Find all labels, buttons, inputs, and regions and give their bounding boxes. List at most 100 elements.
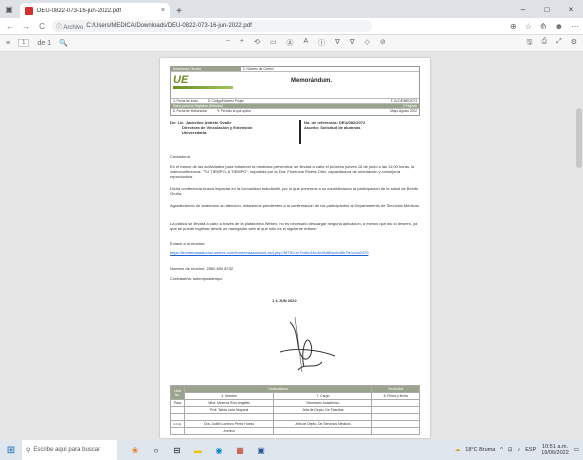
pdf-toolbar: ≡ 1 de 1 🔍 − + ⟲ ▭ Ⓐ A Ⓘ ∇ ∇ ◇ ⊘ 🖫 ⎙ ⤢ ⚙ xyxy=(0,35,583,52)
table-cell: Para xyxy=(170,399,185,407)
pdf-viewer[interactable]: Enseñanza Técnica 2. Número de Control UE… xyxy=(0,52,583,440)
taskbar-search-input[interactable]: ⚲ Escribe aquí para buscar xyxy=(22,440,117,460)
header-cell: 9. Período al que aplica xyxy=(217,109,251,113)
header-cell: 2 Páginas xyxy=(402,104,417,108)
tab-close-icon[interactable]: × xyxy=(161,7,165,14)
search-icon[interactable]: 🔍 xyxy=(59,39,68,47)
close-window-button[interactable]: × xyxy=(559,0,583,18)
table-header: 7. Cargo xyxy=(273,392,373,400)
contents-menu-icon[interactable]: ≡ xyxy=(6,40,10,47)
file-explorer-icon[interactable]: ▬ xyxy=(192,444,204,456)
paragraph-3: Agradeciendo de antemano su atención, es… xyxy=(170,203,420,208)
fit-page-icon[interactable]: ▭ xyxy=(270,38,277,48)
address-bar: ← → C ⓘ Archivo C:/Users/MEDICA/Download… xyxy=(0,18,583,35)
sender-title-2: Universitaria. xyxy=(182,130,208,136)
volume-icon[interactable]: ♪ xyxy=(518,447,521,453)
task-switcher-icon[interactable]: ⊟ xyxy=(171,444,183,456)
no-entry-icon[interactable]: ⊘ xyxy=(380,38,386,48)
handwritten-signature xyxy=(279,316,336,373)
table-cell xyxy=(273,413,373,421)
info-icon[interactable]: Ⓘ xyxy=(318,38,325,48)
profile-icon[interactable]: ☻ xyxy=(555,22,563,31)
table-cell xyxy=(273,427,373,435)
tray-arrow-icon[interactable]: ^ xyxy=(500,447,503,453)
memo-title: Memorándum. xyxy=(291,78,333,84)
table-cell: Archivo xyxy=(183,427,275,435)
reference-block: No. de referencia: DEU/082/2072 Asunto: … xyxy=(304,120,419,130)
memo-header: Enseñanza Técnica 2. Número de Control UE… xyxy=(170,66,420,116)
forward-button[interactable]: → xyxy=(20,20,32,32)
table-row xyxy=(170,413,420,421)
browser-tab[interactable]: DEU-0822-073-16-jun-2022.pdf × xyxy=(20,3,170,18)
header-cell: 5. Código/Número Propio xyxy=(207,99,244,103)
back-button[interactable]: ← xyxy=(4,20,16,32)
scrollbar[interactable] xyxy=(576,108,582,168)
header-cell: 4. Fecha de inicio xyxy=(173,99,198,103)
site-info-label[interactable]: ⓘ Archivo xyxy=(56,22,83,31)
cortana-icon[interactable]: ○ xyxy=(150,444,162,456)
word-icon[interactable]: ▣ xyxy=(255,444,267,456)
table-cell: Jefa de Depto. De Servicios Médicos xyxy=(273,420,373,428)
eraser-icon[interactable]: ◇ xyxy=(365,38,370,48)
table-header: 4. Nombre xyxy=(183,392,275,400)
collections-icon[interactable]: ⟰ xyxy=(540,22,547,31)
tab-title: DEU-0822-073-16-jun-2022.pdf xyxy=(37,7,122,14)
new-tab-button[interactable]: + xyxy=(172,4,186,18)
zoom-in-icon[interactable]: + xyxy=(240,38,244,48)
search-icon: ⚲ xyxy=(26,447,31,454)
edge-icon[interactable]: ◉ xyxy=(213,444,225,456)
taskbar: ⊞ ⚲ Escribe aquí para buscar ❀ ○ ⊟ ▬ ◉ ▦… xyxy=(0,440,583,460)
table-cell: Secretario Académico xyxy=(273,399,373,407)
window-menu-icon[interactable]: ▣ xyxy=(0,0,18,18)
settings-icon[interactable]: ⚙ xyxy=(571,38,577,49)
header-cell: Enseñanza Técnica xyxy=(171,67,241,71)
weather-icon[interactable]: ☁ xyxy=(455,447,461,453)
system-tray: ☁ 18°C Bruma ^ ⊡ ♪ ESP 10:51 a.m. 16/06/… xyxy=(455,444,583,456)
table-cell xyxy=(371,406,420,414)
table-row: Para Mtra. Minerva Ríos Angeles Secretar… xyxy=(170,399,420,407)
maximize-button[interactable]: □ xyxy=(535,0,559,18)
search-placeholder: Escribe aquí para buscar xyxy=(33,447,101,453)
language-indicator[interactable]: ESP xyxy=(525,447,536,453)
rotate-icon[interactable]: ⟲ xyxy=(254,38,260,48)
highlight-icon[interactable]: ∇ xyxy=(335,38,340,48)
paragraph-1: En el marco de las actividades para fort… xyxy=(170,164,415,180)
meeting-link[interactable]: https://fronteiraaaalumni.webex.com/fron… xyxy=(170,250,420,255)
subject-label: Asunto: xyxy=(304,125,320,131)
windows-start-icon[interactable]: ⊞ xyxy=(0,440,22,460)
task-view-icon[interactable]: ❀ xyxy=(129,444,141,456)
link-label: Enlace a la reunión: xyxy=(170,241,206,246)
header-cell: 2. Número de Control xyxy=(243,67,274,71)
url-text: C:/Users/MEDICA/Downloads/DEU-0822-073-1… xyxy=(86,23,252,29)
fullscreen-icon[interactable]: ⤢ xyxy=(556,38,562,49)
zoom-out-icon[interactable]: − xyxy=(226,38,230,48)
table-cell xyxy=(371,420,420,428)
clock[interactable]: 10:51 a.m. 16/06/2022 xyxy=(541,444,569,456)
table-cell xyxy=(371,399,420,407)
weather-text[interactable]: 18°C Bruma xyxy=(465,447,495,453)
paragraph-4: La plática se llevará a cabo a través de… xyxy=(170,221,418,232)
table-row: c.c.p. Dra. Judith Lorenzo Pérez Hueso J… xyxy=(170,420,420,428)
zoom-icon[interactable]: ⊕ xyxy=(510,22,517,31)
table-cell xyxy=(183,413,275,421)
page-number-input[interactable]: 1 xyxy=(18,39,30,47)
pdf-file-icon xyxy=(25,6,33,15)
meeting-number: Número de reunión: 2550 800 8732 xyxy=(170,266,234,271)
greeting: Contaduría xyxy=(170,154,190,159)
store-icon[interactable]: ▦ xyxy=(234,444,246,456)
more-icon[interactable]: ⋯ xyxy=(571,22,579,31)
distribution-table: Lista No. Destinatarios Recibidos 4. Nom… xyxy=(170,385,420,435)
favorite-icon[interactable]: ☆ xyxy=(525,22,532,31)
notifications-icon[interactable]: ▭ xyxy=(574,447,579,453)
read-aloud-icon[interactable]: Ⓐ xyxy=(286,38,293,48)
text-icon[interactable]: A xyxy=(303,38,308,48)
print-icon[interactable]: ⎙ xyxy=(542,38,548,49)
save-icon[interactable]: 🖫 xyxy=(527,38,533,49)
minimize-button[interactable]: – xyxy=(511,0,535,18)
title-bar: ▣ DEU-0822-073-16-jun-2022.pdf × + – □ × xyxy=(0,0,583,18)
network-icon[interactable]: ⊡ xyxy=(508,447,513,453)
draw-icon[interactable]: ∇ xyxy=(350,38,355,48)
url-input[interactable]: ⓘ Archivo C:/Users/MEDICA/Downloads/DEU-… xyxy=(52,20,372,32)
table-row: Archivo xyxy=(170,427,420,435)
reload-button[interactable]: C xyxy=(36,20,48,32)
